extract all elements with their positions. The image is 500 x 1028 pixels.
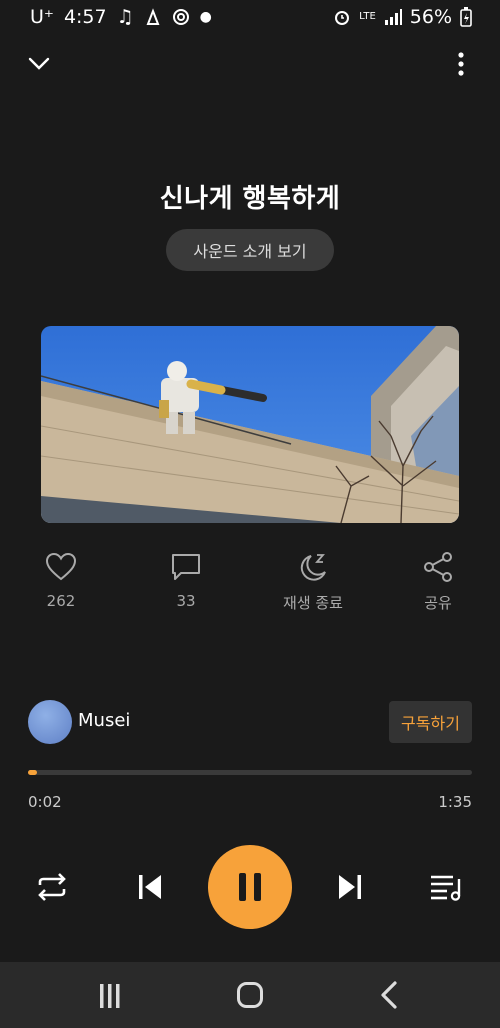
repeat-icon	[38, 873, 66, 901]
comment-button[interactable]: 33	[131, 552, 241, 610]
pause-button[interactable]	[208, 845, 292, 929]
moon-zz-icon	[300, 554, 326, 581]
system-nav-bar	[0, 962, 500, 1028]
music-note-icon: ♫	[116, 6, 134, 28]
artist-avatar[interactable]	[28, 700, 72, 744]
dot-icon: ●	[199, 9, 212, 25]
more-options-button[interactable]	[446, 48, 476, 80]
comment-count: 33	[176, 592, 196, 610]
share-icon	[424, 552, 452, 582]
share-button[interactable]: 공유	[383, 552, 493, 613]
heart-icon	[45, 552, 77, 581]
skip-next-icon	[339, 875, 361, 899]
sleep-timer-label: 재생 종료	[283, 594, 343, 612]
subscribe-button[interactable]: 구독하기	[389, 701, 472, 743]
pause-icon	[239, 873, 261, 901]
previous-button[interactable]	[134, 870, 166, 904]
sound-intro-button[interactable]: 사운드 소개 보기	[166, 229, 334, 271]
progress-track[interactable]	[28, 770, 472, 775]
clock: 4:57	[63, 6, 107, 28]
recent-apps-icon	[100, 984, 120, 1008]
album-artwork	[41, 326, 459, 523]
signal-icon	[384, 9, 402, 25]
next-button[interactable]	[334, 870, 366, 904]
comment-icon	[172, 554, 200, 580]
playlist-button[interactable]	[428, 870, 464, 904]
elapsed-time: 0:02	[28, 793, 62, 811]
total-duration: 1:35	[438, 793, 472, 811]
carrier-label: U⁺	[30, 6, 54, 28]
artist-name[interactable]: Musei	[78, 710, 130, 731]
repeat-button[interactable]	[34, 870, 70, 904]
collapse-button[interactable]	[24, 50, 54, 78]
back-button[interactable]	[372, 978, 406, 1012]
status-bar: U⁺ 4:57 ♫ ● LTE 56%	[0, 0, 500, 36]
home-icon	[237, 982, 263, 1008]
alarm-icon	[335, 11, 350, 25]
sleep-timer-button[interactable]: 재생 종료	[258, 552, 368, 613]
app-notification-icon	[146, 8, 160, 25]
like-count: 262	[46, 592, 76, 610]
home-button[interactable]	[232, 978, 268, 1012]
like-button[interactable]: 262	[6, 552, 116, 610]
chrome-notification-icon	[172, 9, 189, 25]
back-icon	[381, 981, 397, 1009]
more-vertical-icon	[458, 52, 464, 76]
network-type: LTE	[359, 11, 376, 22]
track-title: 신나게 행복하게	[159, 184, 341, 214]
playlist-icon	[431, 875, 461, 901]
skip-previous-icon	[139, 875, 161, 899]
battery-charging-icon	[460, 7, 472, 27]
recent-apps-button[interactable]	[92, 980, 128, 1012]
chevron-down-icon	[28, 57, 50, 70]
share-label: 공유	[424, 594, 452, 612]
progress-fill	[28, 770, 37, 775]
battery-percent: 56%	[409, 6, 452, 28]
